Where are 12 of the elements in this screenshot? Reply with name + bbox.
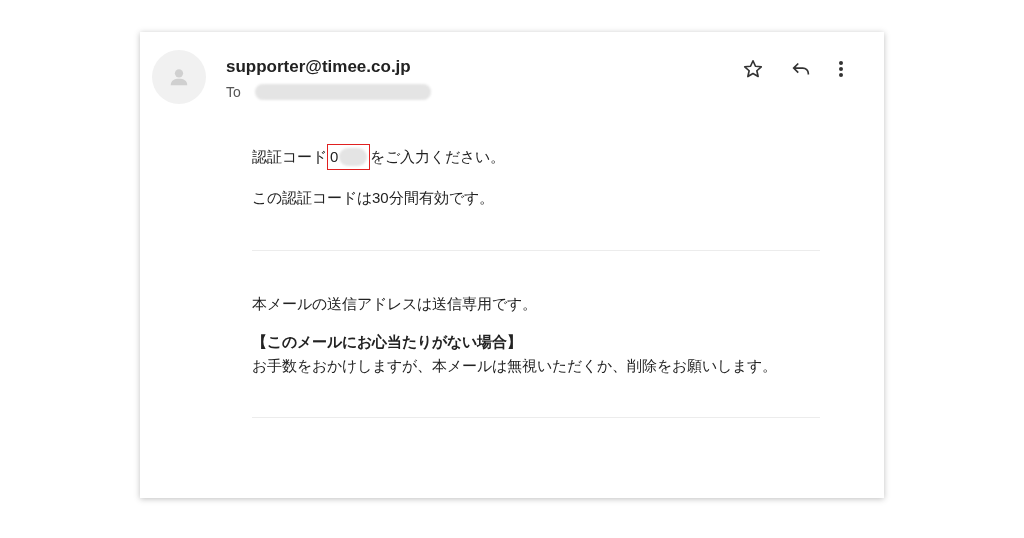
to-label: To — [226, 82, 241, 102]
code-instruction-start: 認証コード — [252, 146, 327, 167]
star-icon[interactable] — [742, 58, 764, 80]
sender-address: supporter@timee.co.jp — [226, 56, 412, 78]
code-instruction-end: をご入力ください。 — [370, 146, 506, 167]
redacted-blur — [339, 148, 368, 166]
code-text: 0 — [330, 146, 339, 167]
more-options-icon[interactable] — [838, 60, 844, 78]
sender-note: 本メールの送信アドレスは送信専用です。 — [252, 293, 538, 314]
validity-note: この認証コードは30分間有効です。 — [252, 188, 495, 208]
notice-heading: 【このメールにお心当たりがない場合】 — [252, 332, 523, 352]
notice-body: お手数をおかけしますが、本メールは無視いただくか、削除をお願いします。 — [252, 355, 778, 376]
